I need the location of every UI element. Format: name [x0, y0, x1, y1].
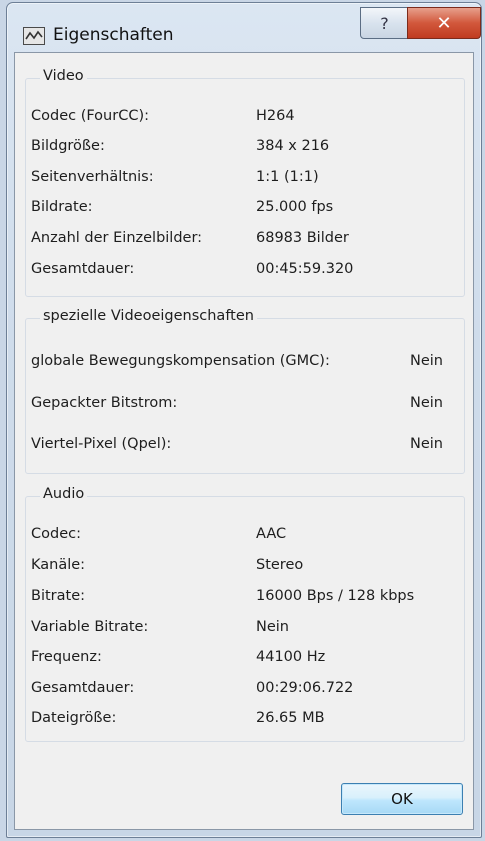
video-codec-label: Codec (FourCC): — [31, 108, 149, 124]
help-button[interactable]: ? — [360, 7, 409, 39]
video-framerate-value: 25.000 fps — [256, 199, 334, 215]
close-icon: ✕ — [436, 12, 452, 34]
gmc-label: globale Bewegungskompensation (GMC): — [31, 353, 330, 369]
window-title: Eigenschaften — [53, 25, 174, 45]
ok-button[interactable]: OK — [341, 783, 463, 815]
audio-duration-value: 00:29:06.722 — [256, 680, 354, 696]
video-framecount-value: 68983 Bilder — [256, 230, 349, 246]
video-size-label: Bildgröße: — [31, 138, 105, 154]
help-icon: ? — [380, 13, 389, 33]
audio-group-title: Audio — [40, 486, 88, 502]
video-aspect-label: Seitenverhältnis: — [31, 169, 154, 185]
video-size-value: 384 x 216 — [256, 138, 330, 154]
audio-filesize-value: 26.65 MB — [256, 710, 325, 726]
video-framecount-label: Anzahl der Einzelbilder: — [31, 230, 203, 246]
audio-bitrate-label: Bitrate: — [31, 588, 85, 604]
video-codec-value: H264 — [256, 108, 295, 124]
audio-codec-label: Codec: — [31, 526, 81, 542]
packed-bitstream-value: Nein — [410, 395, 443, 411]
close-button[interactable]: ✕ — [407, 7, 481, 39]
video-framerate-label: Bildrate: — [31, 199, 93, 215]
video-duration-label: Gesamtdauer: — [31, 261, 135, 277]
audio-frequency-value: 44100 Hz — [256, 649, 326, 665]
audio-filesize-label: Dateigröße: — [31, 710, 117, 726]
audio-channels-value: Stereo — [256, 557, 304, 573]
audio-vbr-value: Nein — [256, 619, 289, 635]
video-duration-value: 00:45:59.320 — [256, 261, 354, 277]
audio-channels-label: Kanäle: — [31, 557, 86, 573]
qpel-label: Viertel-Pixel (Qpel): — [31, 436, 172, 452]
packed-bitstream-label: Gepackter Bitstrom: — [31, 395, 178, 411]
audio-duration-label: Gesamtdauer: — [31, 680, 135, 696]
qpel-value: Nein — [410, 436, 443, 452]
audio-codec-value: AAC — [256, 526, 287, 542]
special-group-title: spezielle Videoeigenschaften — [40, 308, 257, 324]
app-icon — [23, 27, 45, 45]
audio-vbr-label: Variable Bitrate: — [31, 619, 149, 635]
title-bar[interactable]: Eigenschaften ? ✕ — [7, 3, 481, 53]
audio-bitrate-value: 16000 Bps / 128 kbps — [256, 588, 415, 604]
gmc-value: Nein — [410, 353, 443, 369]
audio-frequency-label: Frequenz: — [31, 649, 102, 665]
video-group-title: Video — [40, 68, 87, 84]
video-aspect-value: 1:1 (1:1) — [256, 169, 319, 185]
